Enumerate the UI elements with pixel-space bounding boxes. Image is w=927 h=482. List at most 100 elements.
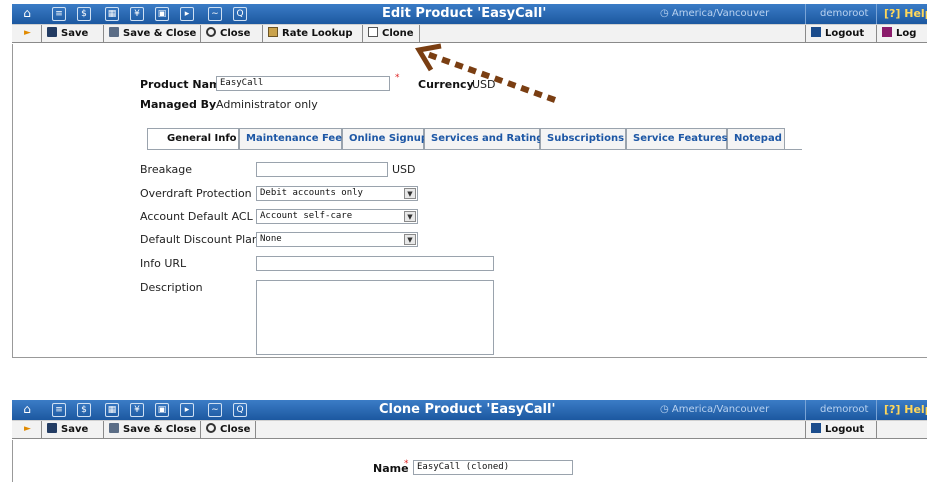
tab-general-info[interactable]: General Info (147, 128, 239, 150)
help-link[interactable]: [?] Help (884, 403, 927, 416)
rate-lookup-icon (268, 27, 278, 37)
tab-online-signup[interactable]: Online Signup (342, 128, 428, 150)
help-label: Help (904, 7, 927, 20)
tab-notepad[interactable]: Notepad (727, 128, 785, 150)
tab-underline (147, 149, 802, 150)
timezone-label: America/Vancouver (671, 404, 770, 415)
close-label: Close (220, 424, 251, 435)
chevron-down-icon[interactable]: ▼ (404, 211, 416, 222)
tab-services-and-rating[interactable]: Services and Rating (424, 128, 543, 150)
tab-service-features[interactable]: Service Features (626, 128, 728, 150)
timezone-label: America/Vancouver (671, 8, 770, 19)
user-name[interactable]: demoroot (820, 404, 868, 415)
log-icon (882, 27, 892, 37)
help-link[interactable]: [?] Help (884, 7, 927, 20)
page-title: Clone Product 'EasyCall' (379, 402, 556, 417)
breakage-input[interactable] (256, 162, 388, 177)
chart-icon[interactable]: ∼ (208, 7, 222, 21)
divider (805, 4, 806, 24)
save-label: Save (61, 28, 89, 39)
save-close-label: Save & Close (123, 28, 197, 39)
timezone-link[interactable]: ◷ America/Vancouver (660, 8, 769, 19)
chevron-down-icon[interactable]: ▼ (404, 188, 416, 199)
user-name[interactable]: demoroot (820, 8, 868, 19)
required-marker: * (404, 459, 409, 469)
search-icon[interactable]: Q (233, 7, 247, 21)
tab-maintenance-fee[interactable]: Maintenance Fee (239, 128, 342, 150)
network-icon[interactable]: ▣ (155, 7, 169, 21)
default-discount-plan-select[interactable]: None ▼ (256, 232, 418, 247)
account-default-acl-value: Account self-care (260, 211, 353, 221)
account-default-acl-label: Account Default ACL (140, 210, 253, 223)
description-textarea[interactable] (256, 280, 494, 355)
page-title: Edit Product 'EasyCall' (382, 6, 547, 21)
person-icon[interactable]: ¥ (130, 403, 144, 417)
logout-button[interactable]: Logout (805, 421, 877, 439)
close-icon (206, 423, 216, 433)
network-icon[interactable]: ▣ (155, 403, 169, 417)
tab-subscriptions[interactable]: Subscriptions (540, 128, 626, 150)
overdraft-protection-value: Debit accounts only (260, 188, 363, 198)
account-default-acl-select[interactable]: Account self-care ▼ (256, 209, 418, 224)
overdraft-protection-select[interactable]: Debit accounts only ▼ (256, 186, 418, 201)
disk-close-icon (109, 27, 119, 37)
save-close-button[interactable]: Save & Close (103, 421, 201, 439)
home-icon[interactable]: ⌂ (20, 403, 34, 417)
grid-icon[interactable]: ▦ (105, 7, 119, 21)
toolbar-clone: ► Save Save & Close Close Logout (12, 420, 927, 439)
divider (876, 4, 877, 24)
managed-by-value: Administrator only (216, 98, 318, 111)
info-url-label: Info URL (140, 257, 187, 270)
disk-close-icon (109, 423, 119, 433)
dollar-icon[interactable]: $ (77, 403, 91, 417)
rate-lookup-button[interactable]: Rate Lookup (262, 25, 358, 43)
timezone-link[interactable]: ◷ America/Vancouver (660, 404, 769, 415)
help-label: Help (904, 403, 927, 416)
list-icon[interactable]: ≡ (52, 7, 66, 21)
product-name-input[interactable]: EasyCall (216, 76, 390, 91)
annotation-arrow (414, 43, 557, 103)
clone-icon (368, 27, 378, 37)
dollar-icon[interactable]: $ (77, 7, 91, 21)
save-button[interactable]: Save (41, 25, 93, 43)
route-icon[interactable]: ▸ (180, 403, 194, 417)
search-icon[interactable]: Q (233, 403, 247, 417)
breakage-unit: USD (392, 163, 416, 176)
close-button[interactable]: Close (200, 421, 257, 439)
chart-icon[interactable]: ∼ (208, 403, 222, 417)
disk-icon (47, 423, 57, 433)
default-discount-plan-value: None (260, 234, 282, 244)
logout-icon (811, 423, 821, 433)
rate-lookup-label: Rate Lookup (282, 28, 353, 39)
person-icon[interactable]: ¥ (130, 7, 144, 21)
logout-icon (811, 27, 821, 37)
close-button[interactable]: Close (200, 25, 255, 43)
chevron-down-icon[interactable]: ▼ (404, 234, 416, 245)
product-name-label: Product Name (140, 78, 228, 91)
log-button[interactable]: Log (876, 25, 921, 43)
home-icon[interactable]: ⌂ (20, 7, 34, 21)
breakage-label: Breakage (140, 163, 193, 176)
toolbar-arrow-icon: ► (24, 424, 31, 434)
save-button[interactable]: Save (41, 421, 93, 439)
list-icon[interactable]: ≡ (52, 403, 66, 417)
logout-button[interactable]: Logout (805, 25, 877, 43)
close-label: Close (220, 28, 251, 39)
top-nav-bar-clone: ⌂ ≡ $ ▦ ¥ ▣ ▸ ∼ Q Clone Product 'EasyCal… (12, 400, 927, 420)
description-label: Description (140, 281, 203, 294)
clone-name-input[interactable]: EasyCall (cloned) (413, 460, 573, 475)
save-close-button[interactable]: Save & Close (103, 25, 201, 43)
toolbar-arrow-icon: ► (24, 28, 31, 38)
top-nav-bar: ⌂ ≡ $ ▦ ¥ ▣ ▸ ∼ Q Edit Product 'EasyCall… (12, 4, 927, 24)
divider (876, 400, 877, 420)
info-url-input[interactable] (256, 256, 494, 271)
default-discount-plan-label: Default Discount Plan (140, 233, 259, 246)
managed-by-label: Managed By (140, 98, 217, 111)
save-label: Save (61, 424, 89, 435)
logout-label: Logout (825, 28, 865, 39)
route-icon[interactable]: ▸ (180, 7, 194, 21)
logout-label: Logout (825, 424, 865, 435)
divider (805, 400, 806, 420)
log-label: Log (896, 28, 917, 39)
grid-icon[interactable]: ▦ (105, 403, 119, 417)
